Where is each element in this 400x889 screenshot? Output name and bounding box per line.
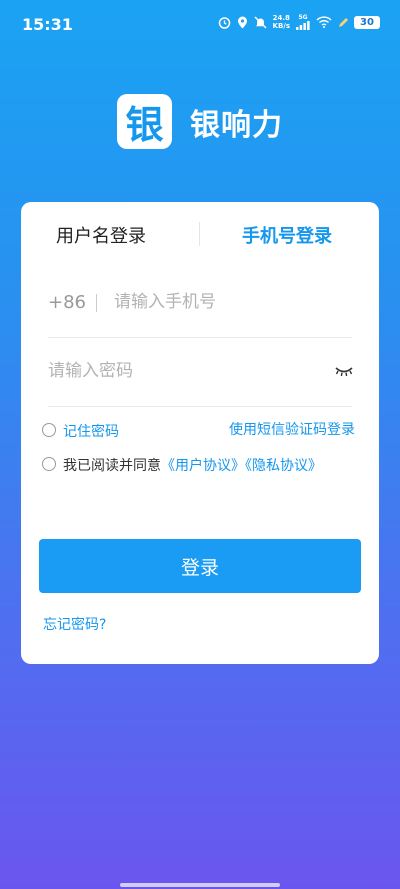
logo-glyph: 银: [125, 103, 164, 147]
remember-password-label[interactable]: 记住密码: [63, 421, 119, 441]
login-button[interactable]: 登录: [39, 539, 361, 593]
alarm-icon: [218, 16, 230, 29]
status-bar: 15:31 24.8 KB/s 5G 30: [0, 0, 400, 48]
user-agreement-link[interactable]: 《用户协议》: [161, 458, 245, 474]
phone-input[interactable]: [114, 289, 344, 315]
app-logo-header: 银 银响力: [117, 94, 283, 149]
signal-icon: 5G: [296, 14, 310, 30]
agreement-text: 我已阅读并同意《用户协议》《隐私协议》: [63, 455, 322, 475]
status-icons: 24.8 KB/s 5G 30: [218, 14, 380, 30]
phone-underline: [48, 337, 352, 338]
tab-divider: [199, 222, 200, 246]
privacy-policy-link[interactable]: 《隐私协议》: [245, 458, 322, 474]
wifi-icon: [316, 16, 332, 28]
network-speed-unit: KB/s: [272, 22, 290, 30]
sms-login-link[interactable]: 使用短信验证码登录: [229, 419, 355, 439]
forgot-password-link[interactable]: 忘记密码?: [43, 614, 106, 634]
country-code-divider: [96, 294, 97, 312]
app-name: 银响力: [190, 107, 283, 143]
password-underline: [48, 406, 352, 407]
password-input[interactable]: [48, 358, 318, 384]
status-time: 15:31: [22, 15, 73, 34]
mute-icon: [254, 16, 267, 28]
network-speed: 24.8 KB/s: [273, 14, 290, 30]
eye-closed-icon[interactable]: [334, 364, 354, 378]
agreement-radio[interactable]: [42, 457, 56, 471]
home-indicator[interactable]: [120, 883, 280, 887]
edit-icon: [339, 18, 348, 27]
tab-phone-login[interactable]: 手机号登录: [242, 222, 332, 248]
country-code[interactable]: +86: [48, 292, 86, 313]
remember-password-radio[interactable]: [42, 423, 56, 437]
battery-icon: 30: [354, 15, 380, 29]
location-icon: [237, 16, 247, 28]
tab-username-login[interactable]: 用户名登录: [56, 222, 146, 248]
app-logo-icon: 银: [117, 94, 172, 149]
network-speed-value: 24.8: [272, 14, 290, 22]
login-card: 用户名登录 手机号登录 +86 记住密码 使用短信验证码登录 我已阅读并同意《用…: [21, 202, 379, 664]
agreement-prefix: 我已阅读并同意: [63, 458, 161, 474]
